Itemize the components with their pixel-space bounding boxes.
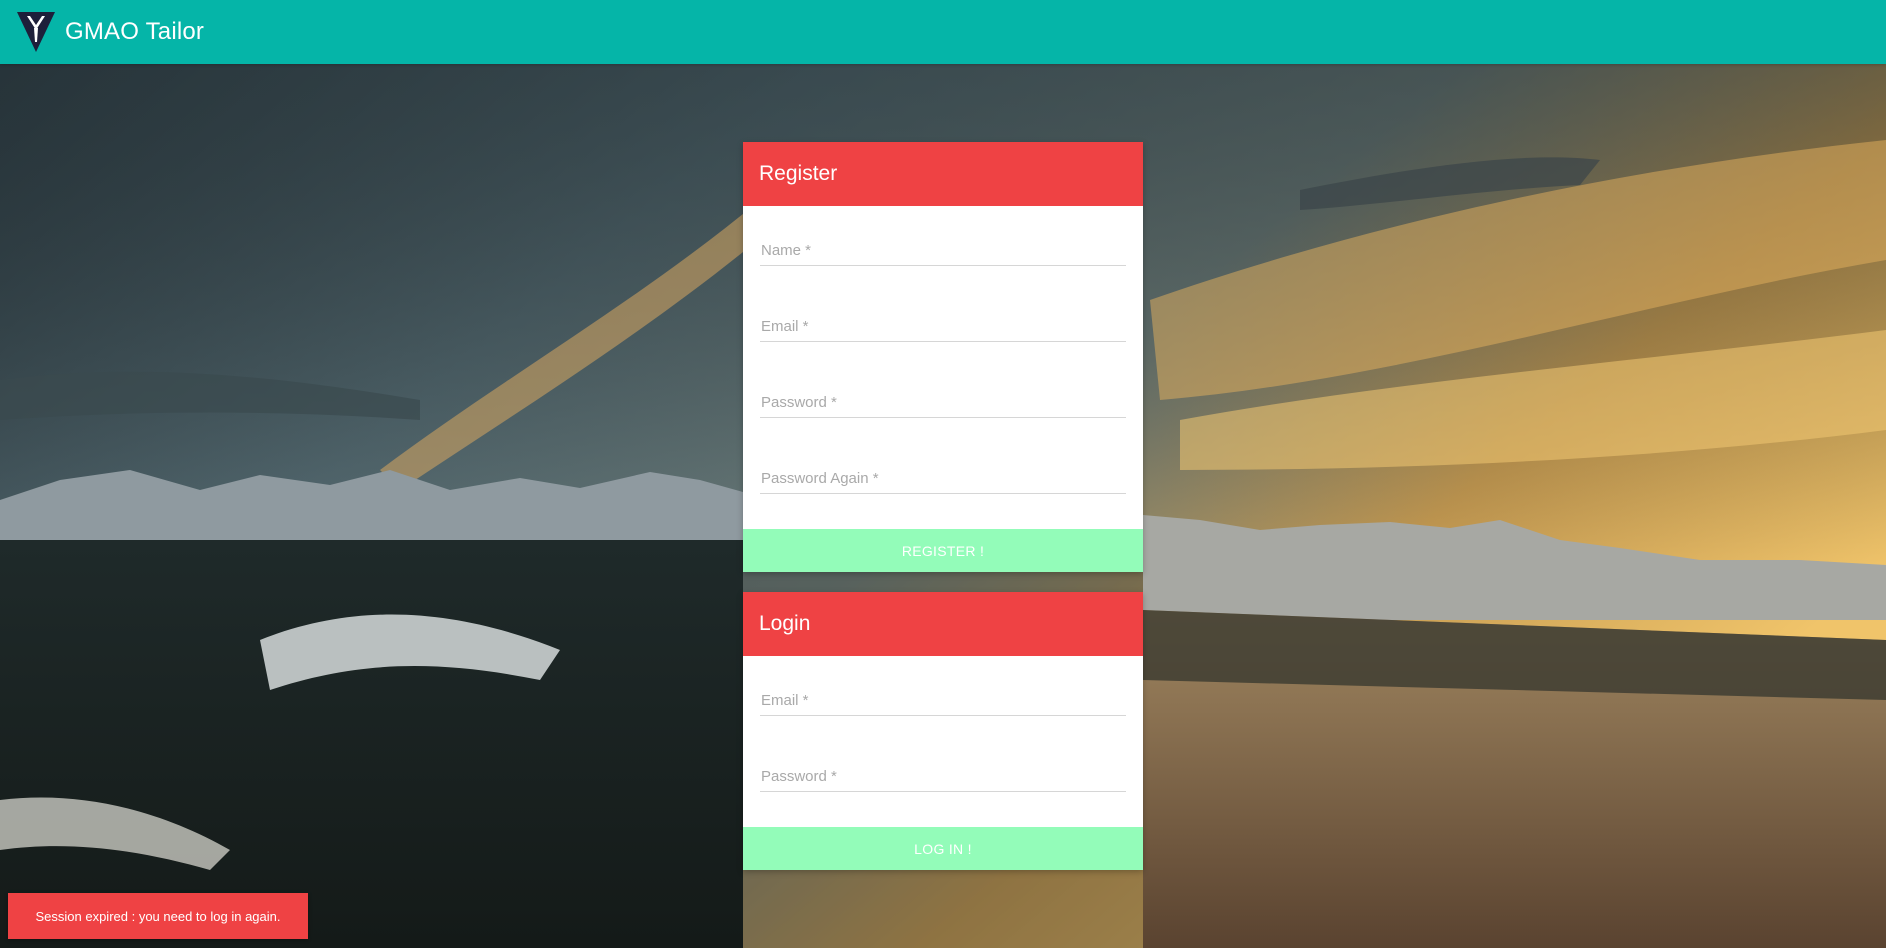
register-email-label: Email * bbox=[761, 318, 809, 335]
login-email-field: Email * bbox=[760, 664, 1126, 740]
register-header: Register bbox=[743, 142, 1143, 206]
register-email-field: Email * bbox=[760, 290, 1126, 366]
session-expired-toast[interactable]: Session expired : you need to log in aga… bbox=[8, 893, 308, 939]
register-password-field: Password * bbox=[760, 366, 1126, 442]
login-email-label: Email * bbox=[761, 692, 809, 709]
toast-message: Session expired : you need to log in aga… bbox=[35, 908, 281, 924]
login-header: Login bbox=[743, 592, 1143, 656]
login-card: Login Email * Password * LOG IN ! bbox=[743, 592, 1143, 870]
register-password-label: Password * bbox=[761, 394, 837, 411]
login-password-label: Password * bbox=[761, 768, 837, 785]
tailor-suit-logo-icon[interactable] bbox=[15, 10, 57, 54]
login-button[interactable]: LOG IN ! bbox=[743, 827, 1143, 870]
register-card: Register Name * Email * Password * Passw… bbox=[743, 142, 1143, 572]
register-title: Register bbox=[759, 162, 838, 185]
app-title: GMAO Tailor bbox=[65, 18, 205, 45]
register-name-field: Name * bbox=[760, 214, 1126, 290]
register-name-label: Name * bbox=[761, 242, 812, 259]
login-password-field: Password * bbox=[760, 740, 1126, 816]
top-app-bar: GMAO Tailor bbox=[0, 0, 1886, 64]
login-title: Login bbox=[759, 612, 811, 635]
register-password-again-label: Password Again * bbox=[761, 470, 879, 487]
register-button[interactable]: REGISTER ! bbox=[743, 529, 1143, 572]
register-email-input[interactable] bbox=[760, 312, 1126, 342]
login-email-input[interactable] bbox=[760, 686, 1126, 716]
register-name-input[interactable] bbox=[760, 236, 1126, 266]
register-password-again-field: Password Again * bbox=[760, 442, 1126, 518]
